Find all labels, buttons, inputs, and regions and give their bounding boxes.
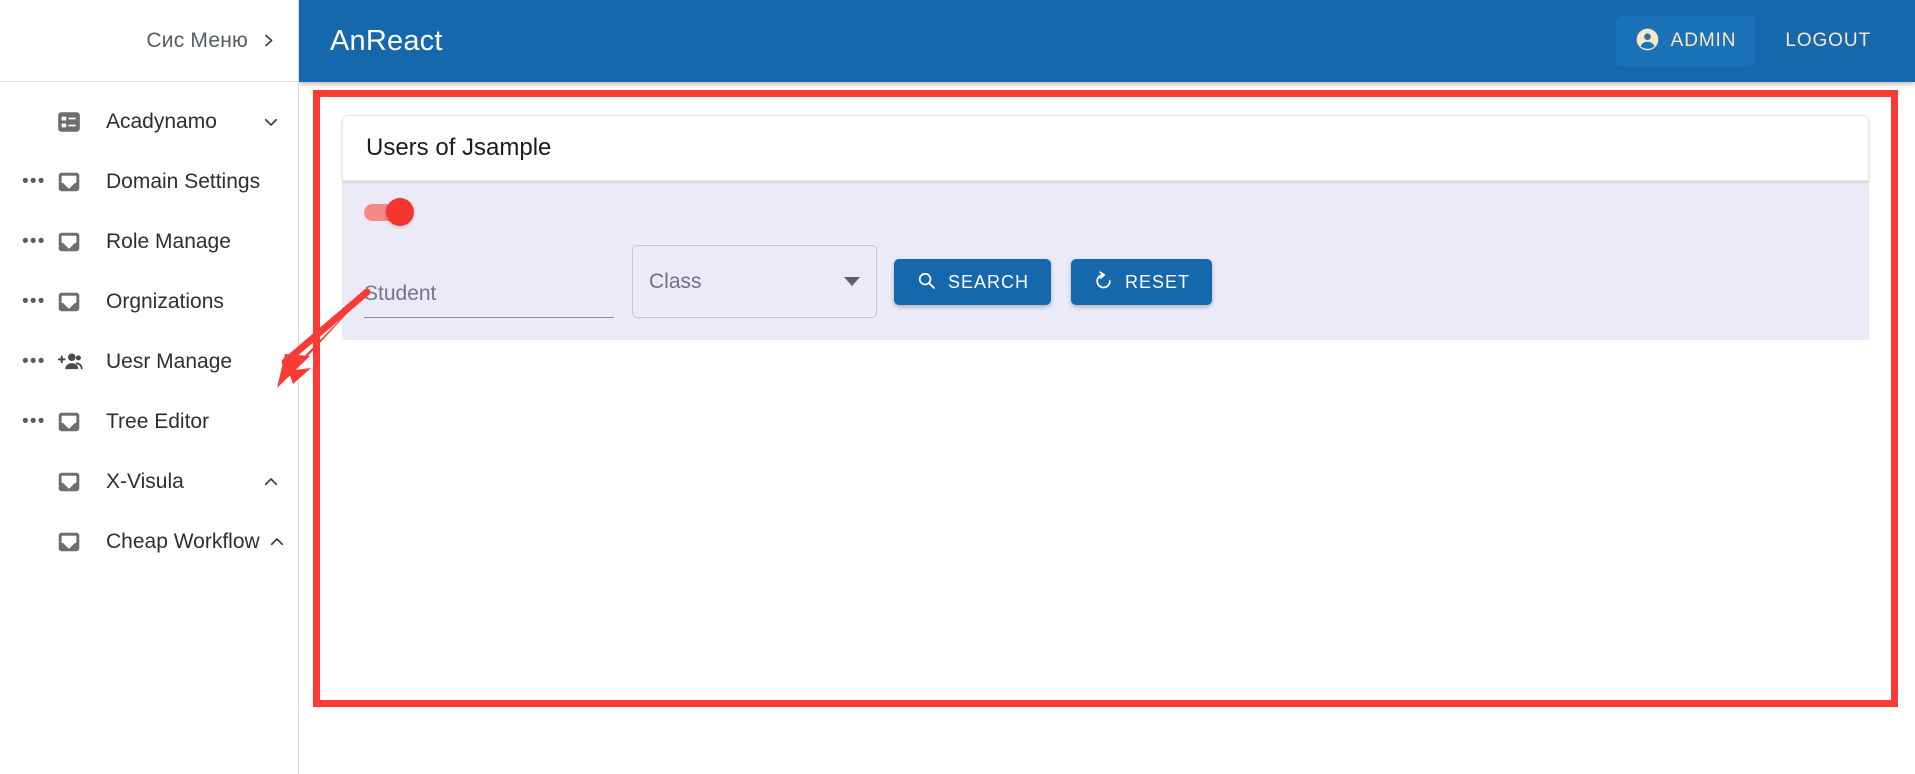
highlight-annotation-box: Users of Jsample Cla (313, 90, 1898, 707)
sidebar: Сис Меню ••• Acadynamo (0, 0, 299, 774)
sidebar-item-cheap-workflow[interactable]: ••• Cheap Workflow (0, 512, 298, 572)
dots-icon: ••• (22, 231, 46, 252)
dots-icon: ••• (22, 351, 46, 372)
search-button-label: SEARCH (948, 271, 1030, 292)
chevron-up-icon[interactable] (268, 533, 286, 551)
logout-button[interactable]: LOGOUT (1769, 19, 1887, 63)
magnifier-icon (916, 270, 937, 294)
window-icon (54, 227, 84, 257)
search-form-region: Class SEARCH (342, 181, 1869, 340)
sidebar-item-tree-editor[interactable]: ••• Tree Editor (0, 392, 298, 452)
card-header: Users of Jsample (342, 115, 1869, 181)
sidebar-item-role-manage[interactable]: ••• Role Manage (0, 212, 298, 272)
reset-button[interactable]: RESET (1071, 259, 1213, 305)
search-button[interactable]: SEARCH (894, 259, 1052, 305)
sidebar-item-label: Domain Settings (106, 170, 261, 193)
sidebar-item-label: Role Manage (106, 230, 231, 253)
sidebar-item-orgnizations[interactable]: ••• Orgnizations (0, 272, 298, 332)
sidebar-item-label: Acadynamo (106, 110, 217, 133)
dots-icon: ••• (22, 171, 46, 192)
dropdown-caret-icon (844, 277, 860, 286)
window-icon (54, 467, 84, 497)
page-title: AnReact (330, 24, 443, 57)
chevron-up-icon[interactable] (262, 473, 280, 491)
chevron-down-icon[interactable] (262, 113, 280, 131)
sidebar-item-label: Tree Editor (106, 410, 210, 433)
sidebar-item-label: Orgnizations (106, 290, 224, 313)
list-grid-icon (54, 107, 84, 137)
chevron-right-icon (261, 33, 276, 48)
search-form-row: Class SEARCH (364, 245, 1869, 318)
sidebar-item-label: X-Visula (106, 470, 184, 493)
sidebar-item-x-visula[interactable]: ••• X-Visula (0, 452, 298, 512)
dots-icon: ••• (22, 411, 46, 432)
student-field-wrapper (364, 282, 614, 318)
content-area: Users of Jsample Cla (299, 82, 1915, 774)
sidebar-item-label: Uesr Manage (106, 350, 233, 373)
reset-button-label: RESET (1125, 271, 1191, 292)
admin-button[interactable]: ADMIN (1615, 16, 1756, 66)
card-title: Users of Jsample (366, 134, 552, 161)
record-toggle-switch[interactable] (364, 198, 418, 226)
sidebar-item-domain-settings[interactable]: ••• Domain Settings (0, 152, 298, 212)
person-add-icon (54, 347, 84, 377)
sidebar-menu-list: ••• Acadynamo ••• (0, 82, 298, 572)
sidebar-header-label: Сис Меню (146, 28, 248, 52)
window-icon (54, 527, 84, 557)
users-panel: Users of Jsample Cla (320, 97, 1891, 700)
sidebar-item-uesr-manage[interactable]: ••• Uesr Manage (0, 332, 298, 392)
sidebar-toggle-header[interactable]: Сис Меню (0, 0, 298, 82)
app-root: Сис Меню ••• Acadynamo (0, 0, 1915, 774)
window-icon (54, 287, 84, 317)
window-icon (54, 167, 84, 197)
account-circle-icon (1635, 27, 1660, 55)
toggle-knob (386, 198, 414, 226)
topbar-actions: ADMIN LOGOUT (1615, 16, 1915, 66)
dots-icon: ••• (22, 291, 46, 312)
sidebar-item-acadynamo[interactable]: ••• Acadynamo (0, 92, 298, 152)
window-icon (54, 407, 84, 437)
restore-icon (1093, 270, 1114, 294)
toggle-row (364, 191, 1869, 233)
top-app-bar: AnReact ADMIN LOGOUT (299, 0, 1915, 82)
class-select-value: Class (649, 269, 702, 293)
admin-button-label: ADMIN (1670, 30, 1737, 51)
class-select[interactable]: Class (632, 245, 877, 318)
sidebar-item-label: Cheap Workflow (106, 530, 260, 553)
student-input[interactable] (364, 282, 614, 309)
